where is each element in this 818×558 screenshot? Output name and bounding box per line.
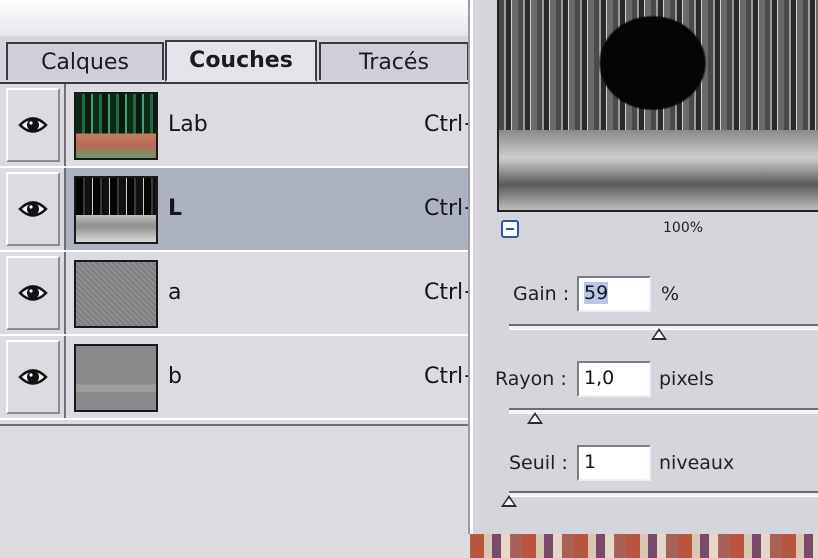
channel-name: Lab	[168, 112, 208, 137]
panel-divider	[0, 424, 480, 426]
gain-input[interactable]: 59	[577, 276, 651, 312]
panel-title-bar[interactable]	[0, 0, 480, 36]
channel-thumbnail	[74, 260, 158, 328]
visibility-toggle-l[interactable]	[6, 172, 60, 246]
preview-image[interactable]	[497, 0, 818, 212]
gain-label: Gain :	[513, 283, 570, 305]
eye-icon	[18, 201, 48, 217]
channel-thumbnail	[74, 92, 158, 160]
channel-thumbnail	[74, 176, 158, 244]
zoom-level: 100%	[663, 220, 704, 236]
channel-name: a	[168, 280, 182, 305]
threshold-slider-thumb[interactable]	[501, 495, 517, 507]
channel-row-main[interactable]: L Ctrl+1	[64, 168, 496, 250]
radius-label: Rayon :	[495, 368, 567, 390]
channel-row-lab[interactable]: Lab Ctrl+~	[0, 84, 500, 168]
radius-input[interactable]: 1,0	[577, 361, 651, 397]
channel-thumbnail	[74, 344, 158, 412]
tab-couches[interactable]: Couches	[165, 40, 317, 82]
background-document-image	[470, 534, 818, 558]
gain-value: 59	[584, 282, 609, 304]
zoom-out-button[interactable]	[501, 220, 519, 238]
channel-row-main[interactable]: b Ctrl+3	[64, 336, 496, 418]
channel-row-a[interactable]: a Ctrl+2	[0, 252, 496, 336]
threshold-value: 1	[584, 451, 597, 473]
channel-name: L	[168, 196, 183, 221]
radius-value: 1,0	[584, 367, 615, 389]
visibility-toggle-b[interactable]	[6, 340, 60, 414]
threshold-label: Seuil :	[509, 452, 568, 474]
channel-row-l[interactable]: L Ctrl+1	[0, 168, 496, 252]
visibility-toggle-lab[interactable]	[6, 88, 60, 162]
visibility-toggle-a[interactable]	[6, 256, 60, 330]
zoom-out-icon	[506, 228, 514, 230]
gain-unit: %	[661, 283, 680, 305]
radius-slider-thumb[interactable]	[526, 412, 543, 424]
eye-icon	[18, 369, 48, 385]
channel-list: Lab Ctrl+~ L Ctrl+1 a Ctrl+2 b Ctrl+3	[0, 84, 500, 420]
unsharp-mask-dialog: 100% Gain : 59 % Rayon : 1,0 pixels Seui…	[470, 0, 818, 534]
panel-tab-strip: Calques Couches Tracés	[0, 36, 480, 84]
gain-slider-thumb[interactable]	[651, 328, 668, 340]
channels-panel: Calques Couches Tracés Lab Ctrl+~ L Ctrl…	[0, 0, 500, 558]
eye-icon	[18, 117, 48, 133]
tab-traces[interactable]: Tracés	[319, 42, 469, 80]
eye-icon	[18, 285, 48, 301]
threshold-input[interactable]: 1	[577, 445, 651, 481]
threshold-unit: niveaux	[659, 452, 735, 474]
channel-name: b	[168, 364, 182, 389]
channel-row-main[interactable]: Lab Ctrl+~	[64, 84, 500, 166]
radius-slider-track[interactable]	[509, 408, 818, 414]
channel-row-main[interactable]: a Ctrl+2	[64, 252, 496, 334]
channel-row-b[interactable]: b Ctrl+3	[0, 336, 496, 420]
tab-calques[interactable]: Calques	[6, 42, 164, 80]
radius-unit: pixels	[659, 368, 714, 390]
threshold-slider-track[interactable]	[509, 491, 818, 497]
